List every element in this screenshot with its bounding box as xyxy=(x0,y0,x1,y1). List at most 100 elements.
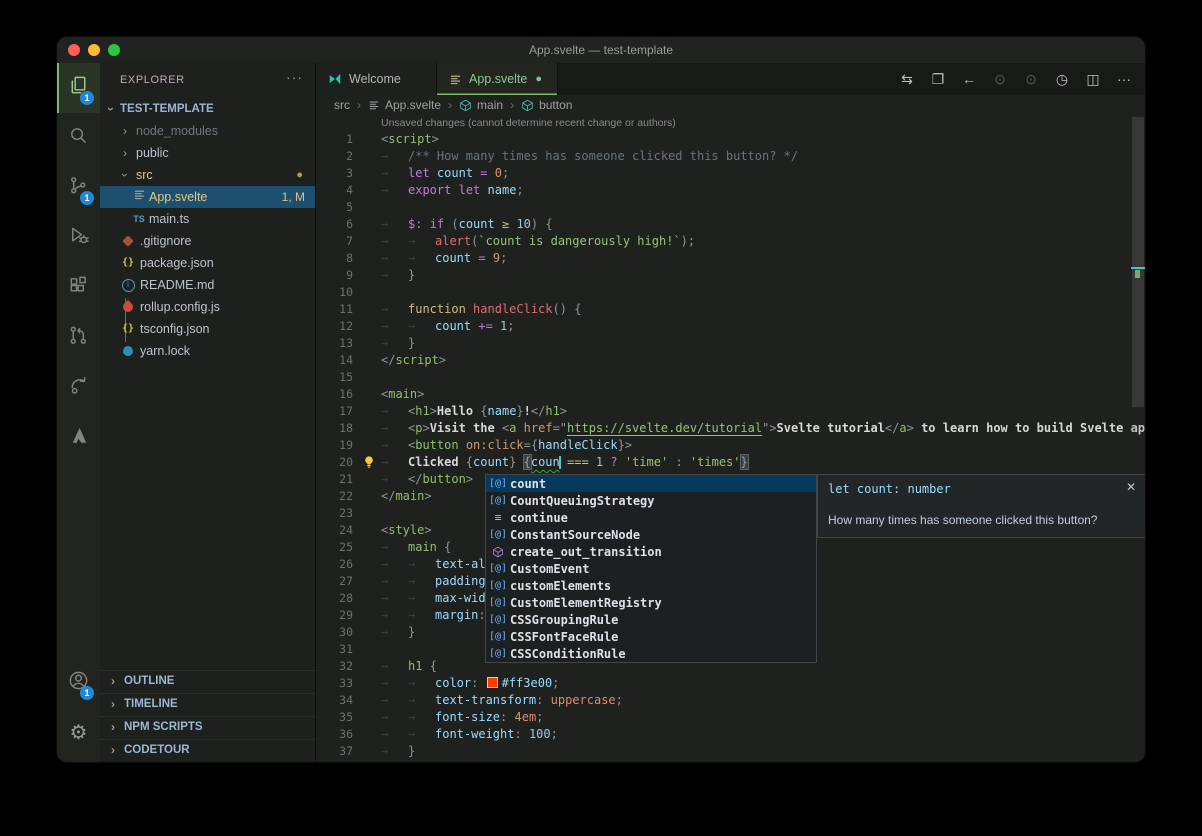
file-tree-item--gitignore[interactable]: .gitignore xyxy=(100,230,315,252)
file-tree-item-tsconfig-json[interactable]: {}tsconfig.json xyxy=(100,318,315,340)
tab-app-svelte[interactable]: App.svelte● xyxy=(437,63,558,95)
suggest-documentation: How many times has someone clicked this … xyxy=(828,513,1097,527)
line-number: 30 xyxy=(316,624,353,641)
code-line[interactable]: 33→→color: #ff3e00; xyxy=(316,675,1131,692)
activity-bar-item-azure[interactable] xyxy=(57,413,100,463)
go-back-icon[interactable]: ← xyxy=(956,67,982,91)
code-line-text: →$: if (count ≥ 10) { xyxy=(381,216,553,233)
code-line-text: <script> xyxy=(381,131,439,148)
activity-bar-item-search[interactable] xyxy=(57,113,100,163)
suggestion-count[interactable]: [@]count xyxy=(486,475,816,492)
open-timeline-icon[interactable]: ◷ xyxy=(1049,67,1075,91)
line-number: 12 xyxy=(316,318,353,335)
code-line[interactable]: 14</script> xyxy=(316,352,1131,369)
file-tree-item-readme-md[interactable]: iREADME.md xyxy=(100,274,315,296)
code-line[interactable]: 4→export let name; xyxy=(316,182,1131,199)
file-label: tsconfig.json xyxy=(140,322,209,336)
suggestion-cssfontfacerule[interactable]: [@]CSSFontFaceRule xyxy=(486,628,816,645)
code-editor[interactable]: Unsaved changes (cannot determine recent… xyxy=(316,115,1145,762)
tab-welcome[interactable]: Welcome xyxy=(316,63,437,95)
suggestion-customelementregistry[interactable]: [@]CustomElementRegistry xyxy=(486,594,816,611)
open-preview-icon[interactable]: ❐ xyxy=(925,67,951,91)
file-tree-item-src[interactable]: ›src● xyxy=(100,164,315,186)
breadcrumb-item-main[interactable]: main xyxy=(459,98,503,112)
activity-bar-item-source-control[interactable]: 1 xyxy=(57,163,100,213)
open-changes-icon[interactable]: ⇆ xyxy=(894,67,920,91)
code-line[interactable]: 5 xyxy=(316,199,1131,216)
lightbulb-icon[interactable] xyxy=(362,455,376,469)
sidebar-section-codetour[interactable]: ›CODETOUR xyxy=(100,739,315,762)
suggestion-cssgroupingrule[interactable]: [@]CSSGroupingRule xyxy=(486,611,816,628)
suggestion-countqueuingstrategy[interactable]: [@]CountQueuingStrategy xyxy=(486,492,816,509)
code-line[interactable]: 6→$: if (count ≥ 10) { xyxy=(316,216,1131,233)
keyword-icon: ≡ xyxy=(486,511,510,524)
suggestion-continue[interactable]: ≡continue xyxy=(486,509,816,526)
suggestion-customelements[interactable]: [@]customElements xyxy=(486,577,816,594)
line-number: 13 xyxy=(316,335,353,352)
code-line[interactable]: 9→} xyxy=(316,267,1131,284)
code-line[interactable]: 18→<p>Visit the <a href="https://svelte.… xyxy=(316,420,1131,437)
file-tree-item-package-json[interactable]: {}package.json xyxy=(100,252,315,274)
code-line[interactable]: 13→} xyxy=(316,335,1131,352)
modified-dot: ● xyxy=(296,164,303,186)
file-label: App.svelte xyxy=(149,190,207,204)
breadcrumb-item-button[interactable]: button xyxy=(521,98,572,112)
close-icon[interactable]: ✕ xyxy=(1126,480,1136,494)
activity-bar-item-accounts[interactable]: 1 xyxy=(57,658,100,708)
activity-bar-item-explorer[interactable]: 1 xyxy=(57,63,100,113)
file-tree: ›node_modules›public›src●App.svelte1, MT… xyxy=(100,120,315,362)
variable-icon: [@] xyxy=(486,614,510,625)
activity-bar-item-live-share[interactable] xyxy=(57,363,100,413)
activity-bar-item-settings[interactable]: ⚙ xyxy=(57,708,100,758)
code-line[interactable]: 11→function handleClick() { xyxy=(316,301,1131,318)
activity-bar-item-github-pull-requests[interactable] xyxy=(57,313,100,363)
code-line[interactable]: 3→let count = 0; xyxy=(316,165,1131,182)
code-line[interactable]: 35→→font-size: 4em; xyxy=(316,709,1131,726)
sidebar-section-timeline[interactable]: ›TIMELINE xyxy=(100,693,315,716)
editor-scrollbar[interactable] xyxy=(1131,115,1145,762)
file-tree-item-yarn-lock[interactable]: yarn.lock xyxy=(100,340,315,362)
code-line[interactable]: 7→→alert(`count is dangerously high!`); xyxy=(316,233,1131,250)
activity-bar-top: 11 xyxy=(57,63,100,463)
codelens-annotation[interactable]: Unsaved changes (cannot determine recent… xyxy=(381,117,676,129)
live-share-icon xyxy=(67,374,90,402)
code-line[interactable]: 37→} xyxy=(316,743,1131,760)
code-line[interactable]: 34→→text-transform: uppercase; xyxy=(316,692,1131,709)
breadcrumb-label: App.svelte xyxy=(385,98,441,112)
code-line-text: →} xyxy=(381,267,415,284)
code-line[interactable]: 16<main> xyxy=(316,386,1131,403)
scrollbar-slider[interactable] xyxy=(1132,117,1144,407)
code-line[interactable]: 10 xyxy=(316,284,1131,301)
activity-bar-item-run-debug[interactable] xyxy=(57,213,100,263)
suggestion-customevent[interactable]: [@]CustomEvent xyxy=(486,560,816,577)
code-line[interactable]: 19→<button on:click={handleClick}> xyxy=(316,437,1131,454)
code-line[interactable]: 15 xyxy=(316,369,1131,386)
code-line[interactable]: 36→→font-weight: 100; xyxy=(316,726,1131,743)
more-actions-icon[interactable]: ··· xyxy=(1111,67,1137,91)
sidebar-more-actions-icon[interactable]: ··· xyxy=(286,69,303,85)
file-tree-item-app-svelte[interactable]: App.svelte1, M xyxy=(100,186,315,208)
breadcrumb-item-src[interactable]: src xyxy=(334,98,350,112)
intellisense-suggest-widget: [@]count[@]CountQueuingStrategy≡continue… xyxy=(485,474,817,663)
code-line[interactable]: 2→/** How many times has someone clicked… xyxy=(316,148,1131,165)
code-line[interactable]: 17→<h1>Hello {name}!</h1> xyxy=(316,403,1131,420)
code-line[interactable]: 1<script> xyxy=(316,131,1131,148)
split-editor-icon[interactable]: ◫ xyxy=(1080,67,1106,91)
suggestion-create_out_transition[interactable]: create_out_transition xyxy=(486,543,816,560)
suggestion-cssconditionrule[interactable]: [@]CSSConditionRule xyxy=(486,645,816,662)
activity-bar-item-extensions[interactable] xyxy=(57,263,100,313)
file-tree-item-rollup-config-js[interactable]: rollup.config.js xyxy=(100,296,315,318)
ts-file-icon: TS xyxy=(131,208,147,230)
suggestion-constantsourcenode[interactable]: [@]ConstantSourceNode xyxy=(486,526,816,543)
file-tree-item-main-ts[interactable]: TSmain.ts xyxy=(100,208,315,230)
file-label: rollup.config.js xyxy=(140,300,220,314)
file-tree-item-node-modules[interactable]: ›node_modules xyxy=(100,120,315,142)
sidebar-section-outline[interactable]: ›OUTLINE xyxy=(100,670,315,693)
sidebar-section-npm-scripts[interactable]: ›NPM SCRIPTS xyxy=(100,716,315,739)
code-line[interactable]: 12→→count += 1; xyxy=(316,318,1131,335)
workspace-root-row[interactable]: › TEST-TEMPLATE xyxy=(100,98,315,120)
code-line[interactable]: 8→→count = 9; xyxy=(316,250,1131,267)
file-tree-item-public[interactable]: ›public xyxy=(100,142,315,164)
code-line[interactable]: 20→Clicked {count} {coun === 1 ? 'time' … xyxy=(316,454,1131,471)
breadcrumb-item-app-svelte[interactable]: App.svelte xyxy=(368,98,441,112)
